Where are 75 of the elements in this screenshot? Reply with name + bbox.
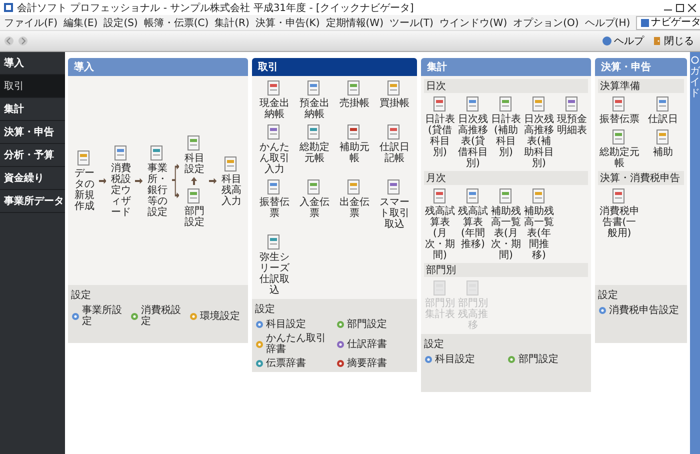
flow-step-button[interactable]: 消費税設定ウィザード xyxy=(107,144,134,218)
shortcut-button[interactable]: 日計表(貸借科目別) xyxy=(424,95,456,169)
window-title: 会計ソフト プロフェッショナル - サンプル株式会社 平成31年度 - [クイックナビゲータ] xyxy=(17,2,415,14)
shortcut-button[interactable]: 補助元帳 xyxy=(334,123,374,175)
settings-link[interactable]: 伝票辞書 xyxy=(254,358,333,369)
shortcut-button[interactable]: 売掛帳 xyxy=(334,79,374,120)
shortcut-button[interactable]: 残高試算表(年間推移) xyxy=(456,187,489,261)
menu-item[interactable]: ファイル(F) xyxy=(4,16,58,30)
shortcut-button[interactable]: 出金伝票 xyxy=(334,178,374,230)
menu-item[interactable]: 編集(E) xyxy=(64,16,98,30)
guide-tab[interactable]: ガイド xyxy=(690,52,700,454)
shortcut-button[interactable]: 補助残高一覧表(年間推移) xyxy=(522,187,555,261)
shortcut-button[interactable]: 入金伝票 xyxy=(294,178,334,230)
settings-link[interactable]: 環境設定 xyxy=(188,305,245,327)
shortcut-button[interactable]: 残高試算表(月次・期間) xyxy=(424,187,456,261)
group-heading: 決算準備 xyxy=(598,79,684,93)
shortcut-button[interactable]: 弥生シリーズ仕訳取込 xyxy=(254,233,294,296)
shortcut-button[interactable]: 振替伝票 xyxy=(598,95,640,125)
menu-item[interactable]: 集計(R) xyxy=(214,16,250,30)
shortcut-button[interactable]: かんたん取引入力 xyxy=(254,123,294,175)
menu-item[interactable]: ヘルプ(H) xyxy=(584,16,630,30)
flow-step-button[interactable]: データの新規作成 xyxy=(71,149,98,212)
group-heading: 部門別 xyxy=(424,263,588,277)
shortcut-button[interactable]: 現金出納帳 xyxy=(254,79,294,120)
settings-link[interactable]: 部門設定 xyxy=(336,319,414,330)
group-heading: 日次 xyxy=(424,79,588,93)
shortcut-button[interactable]: 仕訳日 xyxy=(642,95,684,125)
flow-step-button[interactable]: 科目残高入力 xyxy=(218,154,245,206)
panel-header: 集計 xyxy=(420,58,591,76)
settings-link[interactable]: 部門設定 xyxy=(507,354,588,365)
panel-header: 導入 xyxy=(68,58,248,76)
settings-heading: 設定 xyxy=(254,302,276,316)
flow-step-button[interactable]: 科目設定 xyxy=(180,134,208,174)
settings-link[interactable]: 摘要辞書 xyxy=(336,358,414,369)
flow-step-button[interactable]: 事業所・銀行等の設定 xyxy=(144,144,171,218)
panel-header: 取引 xyxy=(252,58,417,76)
shortcut-button[interactable]: 補助 xyxy=(642,128,684,169)
shortcut-button[interactable]: 買掛帳 xyxy=(374,79,414,120)
settings-link[interactable]: 消費税設定 xyxy=(130,305,186,327)
settings-link[interactable]: 事業所設定 xyxy=(71,305,127,327)
group-heading: 決算・消費税申告 xyxy=(598,171,684,185)
settings-heading: 設定 xyxy=(71,288,92,302)
settings-link[interactable]: 仕訳辞書 xyxy=(336,333,414,355)
settings-link[interactable]: かんたん取引辞書 xyxy=(254,333,333,355)
settings-heading: 設定 xyxy=(424,338,445,351)
shortcut-button[interactable]: 日次残高推移表(補助科目別) xyxy=(522,95,555,169)
settings-link[interactable]: 科目設定 xyxy=(254,319,333,330)
settings-link[interactable]: 消費税申告設定 xyxy=(598,305,684,316)
settings-heading: 設定 xyxy=(598,288,619,302)
menu-item[interactable]: ウインドウ(W) xyxy=(439,16,508,30)
navigator-button[interactable]: ナビゲータ xyxy=(636,16,700,30)
shortcut-button[interactable]: 預金出納帳 xyxy=(294,79,334,120)
menu-item[interactable]: 設定(S) xyxy=(104,16,138,30)
shortcut-button[interactable]: 補助残高一覧表(月次・期間) xyxy=(490,187,522,261)
menu-item[interactable]: 帳簿・伝票(C) xyxy=(144,16,209,30)
menu-item[interactable]: オプション(O) xyxy=(513,16,579,30)
shortcut-button[interactable]: 現預金明細表 xyxy=(556,95,588,169)
settings-link[interactable]: 科目設定 xyxy=(424,354,504,365)
menu-item[interactable]: 定期情報(W) xyxy=(326,16,384,30)
sidebar-item[interactable]: 取引 xyxy=(0,75,65,98)
group-heading: 月次 xyxy=(424,171,588,185)
shortcut-button[interactable]: 総勘定元帳 xyxy=(294,123,334,175)
panel-header: 決算・申告 xyxy=(595,58,687,76)
shortcut-button[interactable]: 日計表(補助科目別) xyxy=(490,95,522,169)
menu-item[interactable]: ツール(T) xyxy=(389,16,434,30)
shortcut-button[interactable]: 仕訳日記帳 xyxy=(374,123,414,175)
shortcut-button[interactable]: 振替伝票 xyxy=(254,178,294,230)
toolbar-button[interactable]: ヘルプ xyxy=(600,34,646,48)
shortcut-button[interactable]: 日次残高推移表(貸借科目別) xyxy=(456,95,489,169)
shortcut-button[interactable]: 消費税申告書(一般用) xyxy=(598,187,640,239)
menu-item[interactable]: 決算・申告(K) xyxy=(255,16,320,30)
flow-step-button[interactable]: 部門設定 xyxy=(180,186,208,228)
shortcut-button[interactable]: スマート取引取込 xyxy=(374,178,414,230)
toolbar-button[interactable]: 閉じる xyxy=(650,34,696,48)
shortcut-button[interactable]: 総勘定元帳 xyxy=(598,128,640,169)
